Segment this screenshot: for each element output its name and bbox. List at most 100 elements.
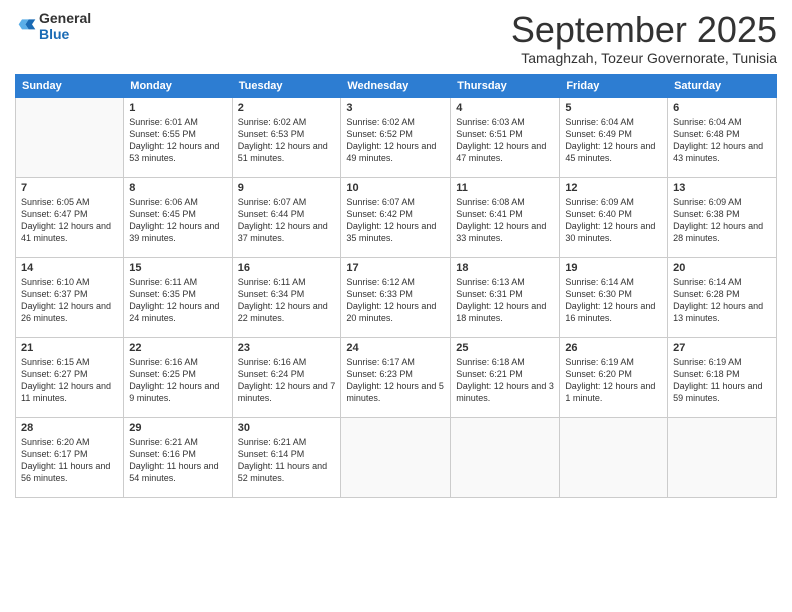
subtitle: Tamaghzah, Tozeur Governorate, Tunisia xyxy=(511,50,777,66)
page: General Blue September 2025 Tamaghzah, T… xyxy=(0,0,792,612)
day-info: Sunrise: 6:10 AMSunset: 6:37 PMDaylight:… xyxy=(21,276,118,325)
day-cell: 4 Sunrise: 6:03 AMSunset: 6:51 PMDaylight… xyxy=(451,97,560,177)
day-cell: 10 Sunrise: 6:07 AMSunset: 6:42 PMDayligh… xyxy=(341,177,451,257)
day-info: Sunrise: 6:11 AMSunset: 6:35 PMDaylight:… xyxy=(129,276,226,325)
day-number: 21 xyxy=(21,342,118,354)
day-info: Sunrise: 6:15 AMSunset: 6:27 PMDaylight:… xyxy=(21,356,118,405)
day-number: 25 xyxy=(456,342,554,354)
day-cell: 11 Sunrise: 6:08 AMSunset: 6:41 PMDayligh… xyxy=(451,177,560,257)
week-row-1: 1 Sunrise: 6:01 AMSunset: 6:55 PMDaylight… xyxy=(16,97,777,177)
day-info: Sunrise: 6:13 AMSunset: 6:31 PMDaylight:… xyxy=(456,276,554,325)
day-info: Sunrise: 6:19 AMSunset: 6:18 PMDaylight:… xyxy=(673,356,771,405)
day-cell: 19Sunrise: 6:14 AMSunset: 6:30 PMDayligh… xyxy=(560,257,668,337)
day-cell: 18 Sunrise: 6:13 AMSunset: 6:31 PMDayligh… xyxy=(451,257,560,337)
day-number: 15 xyxy=(129,262,226,274)
day-cell: 28 Sunrise: 6:20 AMSunset: 6:17 PMDayligh… xyxy=(16,417,124,497)
day-cell: 29 Sunrise: 6:21 AMSunset: 6:16 PMDayligh… xyxy=(124,417,232,497)
day-number: 22 xyxy=(129,342,226,354)
day-info: Sunrise: 6:21 AMSunset: 6:16 PMDaylight:… xyxy=(129,436,226,485)
day-cell: 7 Sunrise: 6:05 AMSunset: 6:47 PMDaylight… xyxy=(16,177,124,257)
day-number: 8 xyxy=(129,182,226,194)
day-cell: 22Sunrise: 6:16 AMSunset: 6:25 PMDayligh… xyxy=(124,337,232,417)
day-cell: 26 Sunrise: 6:19 AMSunset: 6:20 PMDayligh… xyxy=(560,337,668,417)
day-number: 27 xyxy=(673,342,771,354)
day-cell: 5 Sunrise: 6:04 AMSunset: 6:49 PMDaylight… xyxy=(560,97,668,177)
day-number: 11 xyxy=(456,182,554,194)
day-number: 13 xyxy=(673,182,771,194)
day-cell: 27 Sunrise: 6:19 AMSunset: 6:18 PMDayligh… xyxy=(668,337,777,417)
week-row-2: 7 Sunrise: 6:05 AMSunset: 6:47 PMDaylight… xyxy=(16,177,777,257)
day-number: 9 xyxy=(238,182,336,194)
day-number: 30 xyxy=(238,422,336,434)
day-cell: 15 Sunrise: 6:11 AMSunset: 6:35 PMDayligh… xyxy=(124,257,232,337)
day-cell: 13 Sunrise: 6:09 AMSunset: 6:38 PMDayligh… xyxy=(668,177,777,257)
header-cell-saturday: Saturday xyxy=(668,74,777,97)
logo: General Blue xyxy=(15,10,91,42)
day-info: Sunrise: 6:08 AMSunset: 6:41 PMDaylight:… xyxy=(456,196,554,245)
day-number: 14 xyxy=(21,262,118,274)
day-info: Sunrise: 6:02 AMSunset: 6:53 PMDaylight:… xyxy=(238,116,336,165)
day-info: Sunrise: 6:02 AMSunset: 6:52 PMDaylight:… xyxy=(346,116,445,165)
day-cell: 1 Sunrise: 6:01 AMSunset: 6:55 PMDaylight… xyxy=(124,97,232,177)
logo-blue: Blue xyxy=(39,26,69,42)
logo-icon xyxy=(17,16,37,36)
day-cell: 3 Sunrise: 6:02 AMSunset: 6:52 PMDaylight… xyxy=(341,97,451,177)
header-cell-tuesday: Tuesday xyxy=(232,74,341,97)
day-number: 26 xyxy=(565,342,662,354)
day-info: Sunrise: 6:03 AMSunset: 6:51 PMDaylight:… xyxy=(456,116,554,165)
day-info: Sunrise: 6:12 AMSunset: 6:33 PMDaylight:… xyxy=(346,276,445,325)
header-cell-sunday: Sunday xyxy=(16,74,124,97)
day-number: 10 xyxy=(346,182,445,194)
day-info: Sunrise: 6:07 AMSunset: 6:42 PMDaylight:… xyxy=(346,196,445,245)
day-number: 7 xyxy=(21,182,118,194)
month-title: September 2025 xyxy=(511,10,777,50)
day-info: Sunrise: 6:18 AMSunset: 6:21 PMDaylight:… xyxy=(456,356,554,405)
day-number: 5 xyxy=(565,102,662,114)
day-cell: 8 Sunrise: 6:06 AMSunset: 6:45 PMDaylight… xyxy=(124,177,232,257)
day-number: 24 xyxy=(346,342,445,354)
day-number: 20 xyxy=(673,262,771,274)
day-info: Sunrise: 6:16 AMSunset: 6:24 PMDaylight:… xyxy=(238,356,336,405)
day-info: Sunrise: 6:07 AMSunset: 6:44 PMDaylight:… xyxy=(238,196,336,245)
day-info: Sunrise: 6:20 AMSunset: 6:17 PMDaylight:… xyxy=(21,436,118,485)
day-number: 1 xyxy=(129,102,226,114)
header-row: SundayMondayTuesdayWednesdayThursdayFrid… xyxy=(16,74,777,97)
day-info: Sunrise: 6:04 AMSunset: 6:49 PMDaylight:… xyxy=(565,116,662,165)
day-info: Sunrise: 6:05 AMSunset: 6:47 PMDaylight:… xyxy=(21,196,118,245)
header-cell-monday: Monday xyxy=(124,74,232,97)
day-info: Sunrise: 6:09 AMSunset: 6:40 PMDaylight:… xyxy=(565,196,662,245)
day-cell: 6Sunrise: 6:04 AMSunset: 6:48 PMDaylight… xyxy=(668,97,777,177)
day-info: Sunrise: 6:06 AMSunset: 6:45 PMDaylight:… xyxy=(129,196,226,245)
day-cell: 24 Sunrise: 6:17 AMSunset: 6:23 PMDayligh… xyxy=(341,337,451,417)
day-number: 29 xyxy=(129,422,226,434)
day-info: Sunrise: 6:04 AMSunset: 6:48 PMDaylight:… xyxy=(673,116,771,165)
day-cell xyxy=(451,417,560,497)
day-cell: 12 Sunrise: 6:09 AMSunset: 6:40 PMDayligh… xyxy=(560,177,668,257)
day-info: Sunrise: 6:09 AMSunset: 6:38 PMDaylight:… xyxy=(673,196,771,245)
day-info: Sunrise: 6:17 AMSunset: 6:23 PMDaylight:… xyxy=(346,356,445,405)
day-cell: 14 Sunrise: 6:10 AMSunset: 6:37 PMDayligh… xyxy=(16,257,124,337)
day-number: 4 xyxy=(456,102,554,114)
day-number: 12 xyxy=(565,182,662,194)
logo-general: General xyxy=(39,10,91,26)
day-cell xyxy=(16,97,124,177)
week-row-5: 28 Sunrise: 6:20 AMSunset: 6:17 PMDayligh… xyxy=(16,417,777,497)
day-number: 17 xyxy=(346,262,445,274)
header: General Blue September 2025 Tamaghzah, T… xyxy=(15,10,777,66)
day-cell: 25 Sunrise: 6:18 AMSunset: 6:21 PMDayligh… xyxy=(451,337,560,417)
day-cell xyxy=(560,417,668,497)
day-info: Sunrise: 6:19 AMSunset: 6:20 PMDaylight:… xyxy=(565,356,662,405)
day-cell: 16Sunrise: 6:11 AMSunset: 6:34 PMDayligh… xyxy=(232,257,341,337)
day-info: Sunrise: 6:14 AMSunset: 6:28 PMDaylight:… xyxy=(673,276,771,325)
day-number: 28 xyxy=(21,422,118,434)
day-number: 16 xyxy=(238,262,336,274)
day-number: 2 xyxy=(238,102,336,114)
day-number: 18 xyxy=(456,262,554,274)
day-cell: 9 Sunrise: 6:07 AMSunset: 6:44 PMDaylight… xyxy=(232,177,341,257)
title-block: September 2025 Tamaghzah, Tozeur Governo… xyxy=(511,10,777,66)
day-number: 23 xyxy=(238,342,336,354)
day-info: Sunrise: 6:21 AMSunset: 6:14 PMDaylight:… xyxy=(238,436,336,485)
header-cell-wednesday: Wednesday xyxy=(341,74,451,97)
day-number: 3 xyxy=(346,102,445,114)
day-info: Sunrise: 6:01 AMSunset: 6:55 PMDaylight:… xyxy=(129,116,226,165)
